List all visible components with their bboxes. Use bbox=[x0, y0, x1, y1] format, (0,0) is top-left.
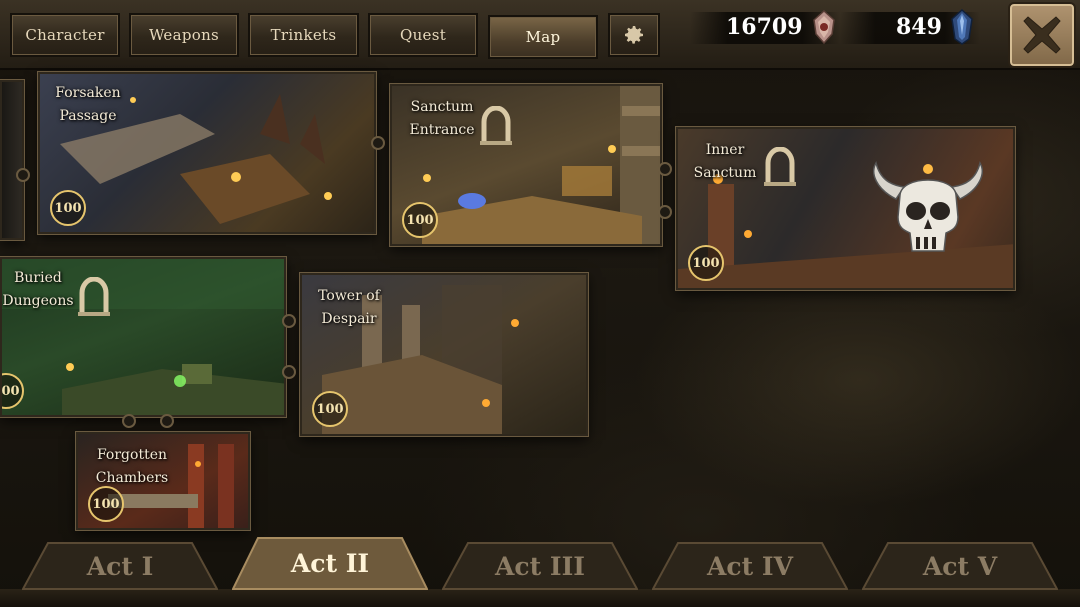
gem-currency-display: 849 bbox=[840, 8, 980, 46]
location-name-line-1: Forsaken bbox=[55, 85, 121, 101]
location-card-sanctum-entrance[interactable]: Sanctum Entrance 100 bbox=[390, 84, 662, 246]
gold-currency-display: 16709 bbox=[690, 8, 840, 46]
close-button[interactable] bbox=[1008, 2, 1076, 68]
settings-button[interactable] bbox=[608, 13, 660, 57]
level-badge: 100 bbox=[402, 202, 438, 238]
location-name-line-2: Sanctum bbox=[693, 165, 757, 181]
location-name-line-1: Buried bbox=[14, 270, 62, 286]
map-connector bbox=[282, 365, 296, 379]
blue-crystal-icon bbox=[951, 9, 973, 45]
map-connector bbox=[658, 205, 672, 219]
tab-quest[interactable]: Quest bbox=[368, 13, 478, 57]
map-connector bbox=[160, 414, 174, 428]
boss-skull-icon bbox=[873, 161, 983, 252]
level-badge: 100 bbox=[88, 486, 124, 522]
top-navigation-bar: Character Weapons Trinkets Quest Map 167… bbox=[0, 0, 1080, 70]
location-card-forsaken-passage[interactable]: Forsaken Passage 100 bbox=[38, 72, 376, 234]
location-name-line-1: Sanctum bbox=[410, 99, 474, 115]
location-name-line-1: Forgotten bbox=[96, 447, 167, 463]
tab-act-1[interactable]: Act I bbox=[22, 542, 218, 590]
location-card-tower-of-despair[interactable]: Tower of Despair 100 bbox=[300, 273, 588, 436]
map-connector bbox=[658, 162, 672, 176]
portal-arch-icon bbox=[78, 277, 110, 316]
act-label: Act II bbox=[290, 549, 370, 578]
act-label: Act V bbox=[922, 551, 998, 581]
location-name-line-1: Tower of bbox=[318, 288, 380, 304]
portal-arch-icon bbox=[764, 147, 796, 186]
act-label: Act I bbox=[86, 551, 154, 581]
location-card-buried-dungeons[interactable]: Buried Dungeons 100 bbox=[0, 257, 286, 417]
portal-arch-icon bbox=[480, 106, 512, 145]
location-name-line-2: Dungeons bbox=[2, 293, 74, 309]
location-name-line-2: Entrance bbox=[409, 122, 475, 138]
location-name-line-1: Inner bbox=[705, 142, 745, 158]
close-x-icon bbox=[1023, 16, 1061, 54]
location-name-line-2: Despair bbox=[321, 311, 377, 327]
gold-amount: 16709 bbox=[726, 14, 803, 40]
act-label: Act III bbox=[495, 551, 585, 581]
tab-map[interactable]: Map bbox=[488, 15, 598, 59]
level-badge: 100 bbox=[688, 245, 724, 281]
map-connector bbox=[16, 168, 30, 182]
soul-shard-icon bbox=[812, 10, 835, 44]
gem-amount: 849 bbox=[896, 14, 942, 40]
tab-act-3[interactable]: Act III bbox=[442, 542, 638, 590]
act-tab-strip bbox=[0, 589, 1080, 607]
tab-act-5[interactable]: Act V bbox=[862, 542, 1058, 590]
tab-character[interactable]: Character bbox=[10, 13, 120, 57]
tab-act-2[interactable]: Act II bbox=[232, 537, 428, 590]
tab-act-4[interactable]: Act IV bbox=[652, 542, 848, 590]
tab-weapons[interactable]: Weapons bbox=[129, 13, 239, 57]
offscreen-location-card[interactable] bbox=[0, 80, 24, 240]
location-card-inner-sanctum[interactable]: Inner Sanctum 100 bbox=[676, 127, 1015, 290]
map-connector bbox=[282, 314, 296, 328]
gear-icon bbox=[625, 26, 643, 44]
map-connector bbox=[122, 414, 136, 428]
map-connector bbox=[371, 136, 385, 150]
tab-trinkets[interactable]: Trinkets bbox=[248, 13, 359, 57]
level-badge: 100 bbox=[312, 391, 348, 427]
act-label: Act IV bbox=[707, 551, 793, 581]
location-name-line-2: Passage bbox=[59, 108, 117, 124]
level-badge: 100 bbox=[50, 190, 86, 226]
location-card-forgotten-chambers[interactable]: Forgotten Chambers 100 bbox=[76, 432, 250, 530]
